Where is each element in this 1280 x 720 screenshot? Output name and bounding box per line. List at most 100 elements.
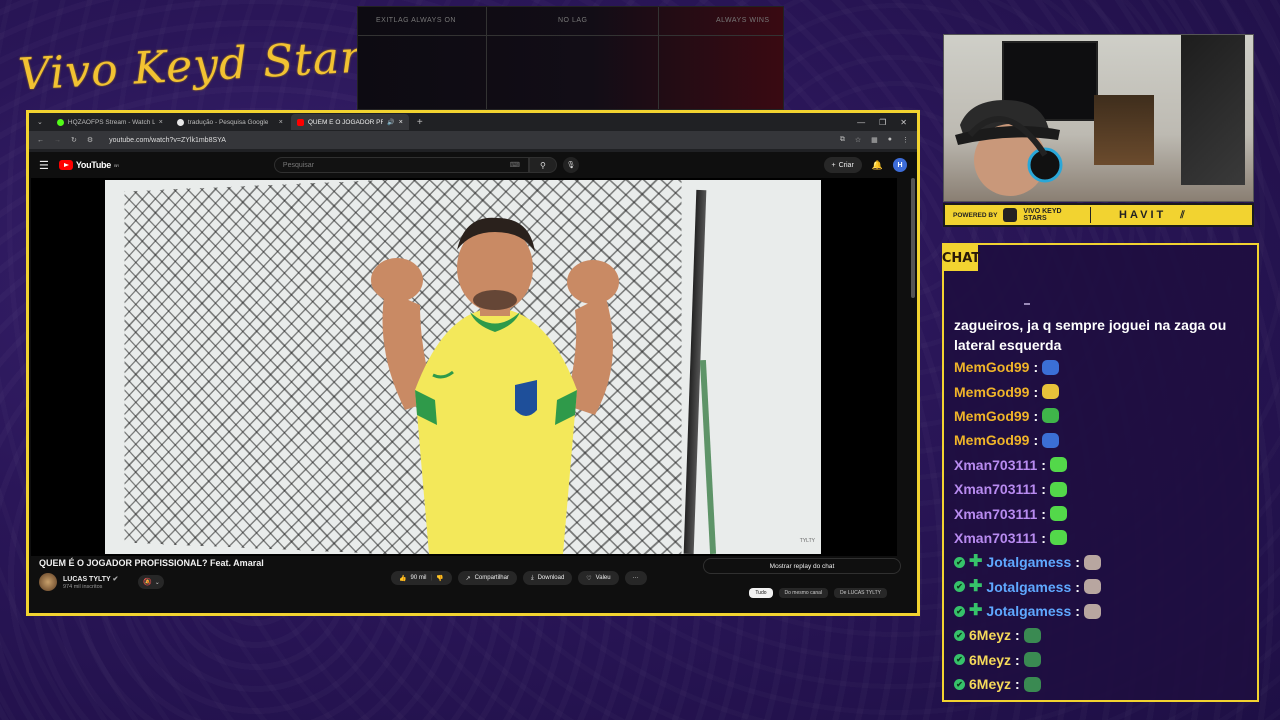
- download-button[interactable]: ⤓ Download: [522, 571, 573, 585]
- chat-username[interactable]: 6Meyz: [969, 627, 1011, 643]
- plus-icon: +: [831, 161, 836, 169]
- search-input[interactable]: Pesquisar ⌨: [273, 157, 529, 173]
- show-chat-replay-button[interactable]: Mostrar replay do chat: [703, 558, 901, 574]
- chat-username[interactable]: 6Meyz: [969, 676, 1011, 692]
- chat-username[interactable]: MemGod99: [954, 432, 1029, 448]
- youtube-header: ☰ YouTube BR Pesquisar ⌨ ⚲ 🎙 + Criar 🔔 H: [29, 152, 917, 178]
- thanks-button[interactable]: ♡ Valeu: [578, 571, 619, 585]
- video-info: QUEM É O JOGADOR PROFISSIONAL? Feat. Ama…: [39, 558, 907, 598]
- channel-avatar[interactable]: [39, 573, 57, 591]
- search-button[interactable]: ⚲: [528, 157, 557, 173]
- tab-search-icon[interactable]: ⌄: [37, 118, 43, 126]
- tab-label: QUEM É O JOGADOR PROF: [307, 118, 384, 126]
- chat-tag: CHAT: [942, 245, 980, 271]
- back-icon[interactable]: ←: [37, 137, 44, 144]
- youtube-logo[interactable]: YouTube BR: [58, 160, 119, 170]
- chat-emote-icon: [1049, 481, 1067, 497]
- close-icon[interactable]: ×: [279, 119, 283, 126]
- chat-username[interactable]: Xman703111: [954, 506, 1037, 522]
- chat-username[interactable]: Jotalgamess: [986, 603, 1071, 619]
- notifications-bell-icon[interactable]: 🔔: [872, 160, 883, 171]
- chat-username[interactable]: Jotalgamess: [986, 579, 1071, 595]
- chat-username[interactable]: 6Meyz: [969, 652, 1011, 668]
- chat-colon: :: [1033, 383, 1039, 400]
- account-avatar[interactable]: H: [893, 158, 907, 172]
- audio-icon[interactable]: 🔊: [387, 119, 394, 126]
- chat-emote-icon: [1042, 432, 1060, 448]
- chat-line: Xman703111:: [954, 477, 1247, 501]
- extensions-icon[interactable]: ▦: [871, 136, 878, 144]
- verified-badge-icon: ✔: [954, 605, 965, 617]
- thumbs-up-icon: 👍: [399, 575, 407, 582]
- subscribed-notification-button[interactable]: 🔕 ⌄: [138, 575, 165, 589]
- reload-icon[interactable]: ↻: [71, 136, 77, 144]
- chat-username[interactable]: Xman703111: [954, 481, 1037, 497]
- chat-username[interactable]: MemGod99: [954, 384, 1029, 400]
- video-player[interactable]: TYLTY: [31, 178, 897, 556]
- forward-icon[interactable]: →: [54, 137, 61, 144]
- chat-line: Xman703111:: [954, 453, 1247, 477]
- chat-username[interactable]: MemGod99: [954, 359, 1029, 375]
- video-frame: TYLTY: [105, 180, 821, 554]
- maximize-icon[interactable]: ❐: [879, 118, 886, 127]
- chat-line: ✔ ✚ Jotalgamess:: [954, 599, 1247, 623]
- chip-same-channel[interactable]: Do mesmo canal: [778, 588, 829, 598]
- chat-emote-icon: [1042, 408, 1060, 424]
- chat-emote-icon: [1023, 676, 1041, 692]
- plus-badge-icon: ✚: [969, 577, 983, 595]
- address-bar: ← → ↻ ⚙ youtube.com/watch?v=ZYlk1mb8SYA …: [29, 131, 917, 149]
- close-icon[interactable]: ×: [159, 119, 163, 126]
- site-info-icon[interactable]: ⚙: [87, 136, 93, 144]
- bookmark-star-icon[interactable]: ☆: [855, 136, 861, 144]
- search-icon: ⚲: [539, 160, 546, 170]
- tab-kick-stream[interactable]: HQZAOFPS Stream - Watch Liv ×: [51, 114, 169, 130]
- chip-all[interactable]: Tudo: [749, 588, 773, 598]
- chat-username[interactable]: Xman703111: [954, 457, 1037, 473]
- youtube-page: ☰ YouTube BR Pesquisar ⌨ ⚲ 🎙 + Criar 🔔 H…: [29, 152, 917, 613]
- url-input[interactable]: youtube.com/watch?v=ZYlk1mb8SYA: [103, 133, 830, 147]
- tab-google-search[interactable]: tradução - Pesquisa Google ×: [171, 114, 289, 130]
- share-button[interactable]: ↗ Compartilhar: [457, 571, 517, 585]
- thumbs-down-icon[interactable]: 👎: [436, 575, 443, 582]
- subscriber-count: 974 mil inscritos: [63, 583, 103, 590]
- chat-username[interactable]: Xman703111: [954, 530, 1037, 546]
- like-count: 90 mil: [410, 575, 427, 581]
- youtube-wordmark: YouTube: [75, 160, 111, 170]
- minimize-icon[interactable]: —: [857, 118, 865, 127]
- chevron-down-icon: ⌄: [154, 579, 160, 586]
- filter-chips: Tudo Do mesmo canal De LUCAS TYLTY: [749, 588, 887, 598]
- channel-name[interactable]: LUCAS TYLTY ✔: [63, 575, 118, 583]
- chat-emote-icon: [1042, 384, 1060, 400]
- chat-line: ✔ ✚ Jotalgamess:: [954, 550, 1247, 574]
- voice-search-button[interactable]: 🎙: [562, 157, 579, 173]
- chat-username[interactable]: Jotalgamess: [986, 554, 1071, 570]
- verified-badge-icon: ✔: [954, 678, 965, 690]
- address-bar-actions: ⧉ ☆ ▦ ● ⋮: [840, 136, 909, 144]
- new-tab-button[interactable]: +: [411, 117, 429, 128]
- more-actions-button[interactable]: ···: [624, 571, 647, 585]
- menu-icon[interactable]: ⋮: [902, 136, 909, 144]
- like-button[interactable]: 👍 90 mil | 👎: [391, 571, 452, 585]
- partner-mark-icon: ⫽: [1180, 209, 1185, 221]
- create-button[interactable]: + Criar: [823, 157, 862, 173]
- chat-emote-icon: [1083, 603, 1101, 619]
- create-label: Criar: [838, 161, 854, 169]
- background-poster: [1181, 35, 1245, 185]
- close-window-icon[interactable]: ✕: [900, 118, 907, 127]
- chat-lines: MemGod99: MemGod99: MemGod99: MemGod99: Xman…: [954, 355, 1247, 696]
- chat-username[interactable]: MemGod99: [954, 408, 1029, 424]
- install-icon[interactable]: ⧉: [840, 136, 845, 144]
- hamburger-menu-icon[interactable]: ☰: [39, 159, 49, 172]
- chip-from-channel[interactable]: De LUCAS TYLTY: [834, 588, 887, 598]
- page-scrollbar[interactable]: [911, 178, 915, 298]
- chat-emote-icon: [1042, 359, 1060, 375]
- thanks-label: Valeu: [595, 575, 611, 581]
- mic-icon: 🎙: [566, 162, 576, 169]
- country-code: BR: [113, 162, 119, 168]
- tab-youtube-video[interactable]: QUEM É O JOGADOR PROF 🔊 ×: [290, 114, 409, 130]
- profile-icon[interactable]: ●: [888, 136, 892, 144]
- chat-colon: :: [1041, 505, 1046, 522]
- close-icon[interactable]: ×: [399, 119, 403, 126]
- chat-separator: [1024, 303, 1030, 305]
- keyboard-icon[interactable]: ⌨: [510, 161, 520, 169]
